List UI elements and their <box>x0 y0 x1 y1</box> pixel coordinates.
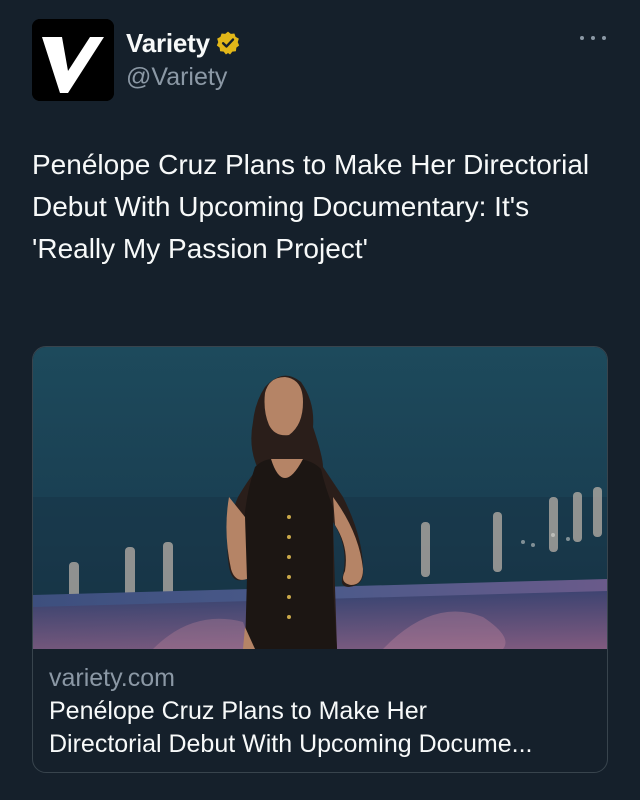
card-title-line-2: Directorial Debut With Upcoming Docume..… <box>49 730 533 758</box>
dot <box>602 36 606 40</box>
card-photo <box>33 347 607 649</box>
card-title-line-1: Penélope Cruz Plans to Make Her <box>49 697 427 725</box>
link-card[interactable]: variety.com Penélope Cruz Plans to Make … <box>32 346 608 773</box>
avatar[interactable] <box>32 19 114 101</box>
verified-badge-icon[interactable] <box>215 30 241 56</box>
author-handle[interactable]: @Variety <box>126 63 241 92</box>
author-names: Variety @Variety <box>126 27 241 92</box>
variety-logo-icon <box>32 19 114 101</box>
tweet-header: Variety @Variety <box>32 19 610 101</box>
card-body: variety.com Penélope Cruz Plans to Make … <box>33 649 607 761</box>
display-name[interactable]: Variety <box>126 28 210 59</box>
tweet: Variety @Variety Penélope Cruz Plans to … <box>0 0 640 800</box>
dot <box>580 36 584 40</box>
tweet-text: Penélope Cruz Plans to Make Her Director… <box>32 149 590 264</box>
card-domain: variety.com <box>49 664 175 692</box>
card-image[interactable] <box>33 347 607 649</box>
display-name-row: Variety <box>126 27 241 59</box>
more-dots-icon[interactable] <box>580 33 606 43</box>
dot <box>591 36 595 40</box>
